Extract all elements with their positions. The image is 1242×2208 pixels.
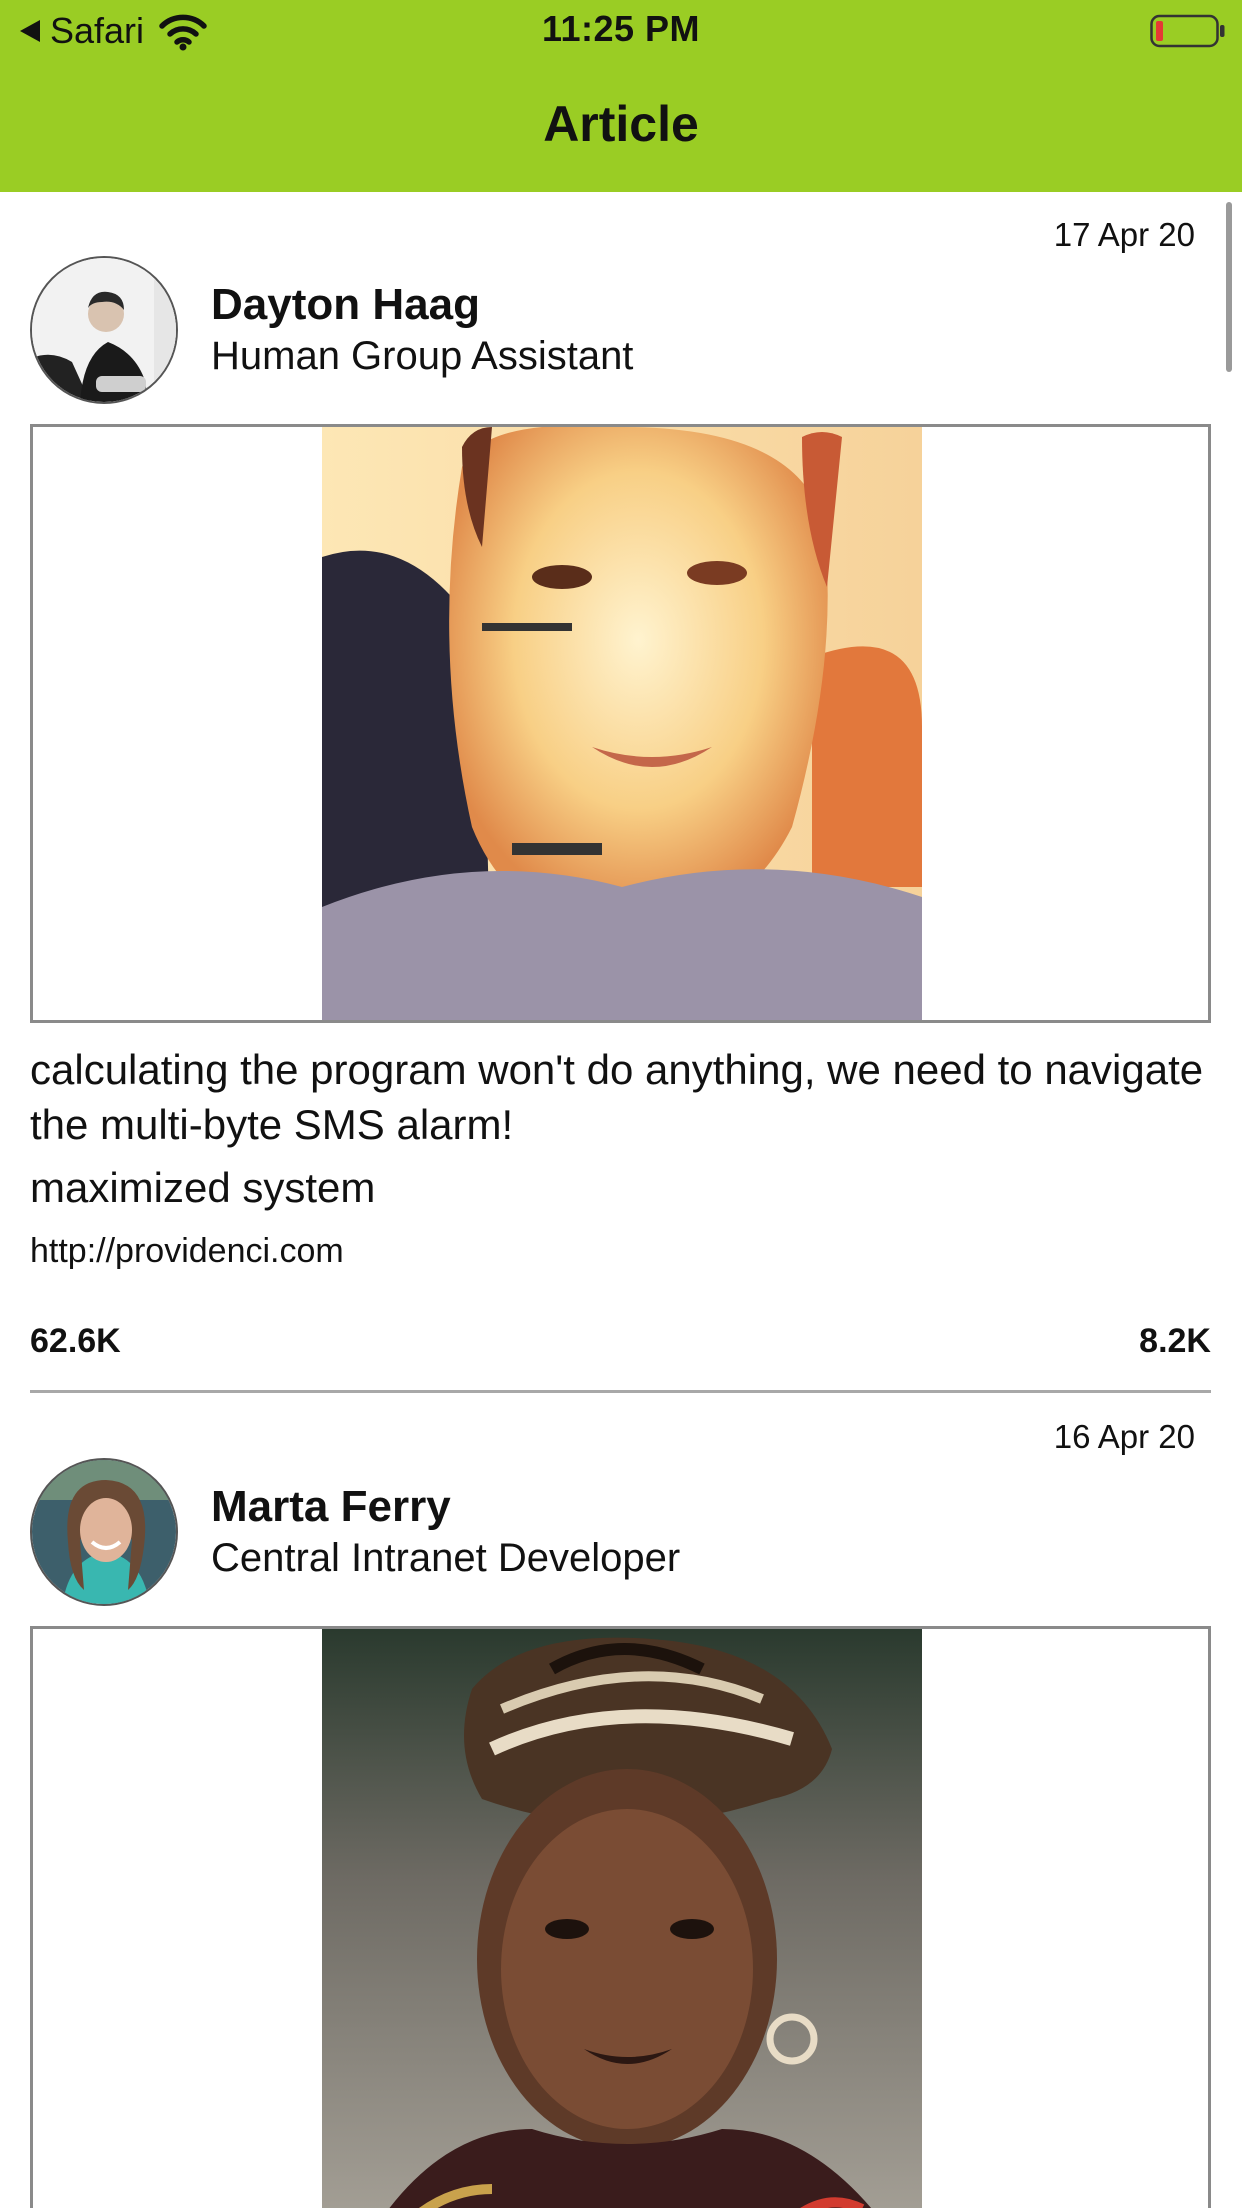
post-image-frame[interactable]	[30, 424, 1211, 1023]
post-photo	[322, 427, 922, 1020]
status-time: 11:25 PM	[541, 8, 701, 49]
post-card[interactable]: 17 Apr 20 Dayton Haag Human Group Assist…	[0, 192, 1242, 1394]
post-text: calculating the program won't do anythin…	[30, 1046, 1204, 1148]
post-tag: maximized system	[30, 1164, 376, 1211]
post-photo	[322, 1629, 922, 2208]
post-date: 16 Apr 20	[1053, 1418, 1195, 1455]
status-bar: Safari 11:25 PM	[0, 0, 1242, 62]
post-card[interactable]: 16 Apr 20 Marta Ferry Central Intranet D…	[0, 1394, 1242, 2208]
post-stat-left[interactable]: 62.6K	[30, 1322, 121, 1361]
post-image-frame[interactable]	[30, 1626, 1211, 2208]
post-link[interactable]: http://providenci.com	[30, 1232, 344, 1271]
header: Safari 11:25 PM Article	[0, 0, 1242, 192]
author-name[interactable]: Marta Ferry	[211, 1482, 451, 1532]
post-date: 17 Apr 20	[1053, 216, 1195, 253]
article-feed[interactable]: 17 Apr 20 Dayton Haag Human Group Assist…	[0, 192, 1242, 2208]
avatar[interactable]	[30, 1458, 178, 1606]
battery-icon	[1150, 14, 1225, 48]
screen: Safari 11:25 PM Article 17 Apr 20 Dayton…	[0, 0, 1242, 2208]
author-title: Human Group Assistant	[211, 334, 634, 378]
author-name[interactable]: Dayton Haag	[211, 280, 480, 330]
avatar[interactable]	[30, 256, 178, 404]
divider	[30, 1390, 1211, 1393]
page-title: Article	[543, 96, 699, 152]
author-title: Central Intranet Developer	[211, 1536, 681, 1580]
post-stat-right[interactable]: 8.2K	[1139, 1322, 1211, 1361]
